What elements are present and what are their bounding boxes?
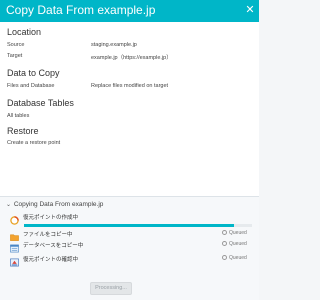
clock-icon — [222, 255, 227, 261]
folder-icon — [10, 229, 19, 241]
source-value: staging.example.jp — [91, 42, 137, 48]
restore-heading: Restore — [7, 126, 39, 136]
dialog-titlebar: Copy Data From example.jp ✕ — [0, 0, 259, 22]
database-tables-value: All tables — [7, 113, 30, 119]
restore-point-icon — [10, 254, 19, 267]
copy-data-dialog: Copy Data From example.jp ✕ Location Sou… — [0, 0, 259, 300]
task-label: データベースをコピー中 — [23, 243, 84, 249]
status-queued: Queued — [222, 255, 247, 261]
task-progress-fill — [24, 224, 234, 227]
dialog-title: Copy Data From example.jp — [6, 3, 156, 17]
database-icon — [10, 240, 19, 253]
restore-value: Create a restore point — [7, 140, 61, 146]
target-label: Target — [7, 53, 23, 59]
data-to-copy-heading: Data to Copy — [7, 68, 60, 78]
status-queued: Queued — [222, 241, 247, 247]
target-value: example.jp（https://example.jp） — [91, 55, 172, 61]
status-queued: Queued — [222, 230, 247, 236]
close-icon[interactable]: ✕ — [243, 2, 257, 18]
task-progress-bar — [24, 224, 252, 227]
clock-icon — [222, 241, 227, 247]
data-to-copy-label: Files and Database — [7, 83, 55, 89]
database-tables-heading: Database Tables — [7, 98, 74, 108]
task-row-verify-restore-point: 復元ポイントの確認中 Queued — [8, 254, 252, 267]
progress-heading: Copying Data From example.jp — [13, 201, 104, 208]
clock-icon — [222, 230, 227, 236]
chevron-down-icon: ⌄ — [6, 202, 12, 208]
task-label: 復元ポイントの作成中 — [23, 215, 79, 221]
processing-button[interactable]: Processing... — [90, 282, 132, 295]
task-row-create-restore-point: 復元ポイントの作成中 — [8, 212, 252, 225]
task-row-copy-database: データベースをコピー中 Queued — [8, 240, 252, 253]
location-heading: Location — [7, 27, 42, 37]
source-label: Source — [7, 42, 25, 48]
task-label: 復元ポイントの確認中 — [23, 257, 79, 263]
spinner-icon — [10, 212, 19, 225]
progress-toggle[interactable]: ⌄ Copying Data From example.jp — [6, 201, 103, 208]
data-to-copy-value: Replace files modified on target — [91, 83, 169, 89]
task-label: ファイルをコピー中 — [23, 232, 73, 238]
dialog-body: Location Source staging.example.jp Targe… — [0, 22, 259, 196]
